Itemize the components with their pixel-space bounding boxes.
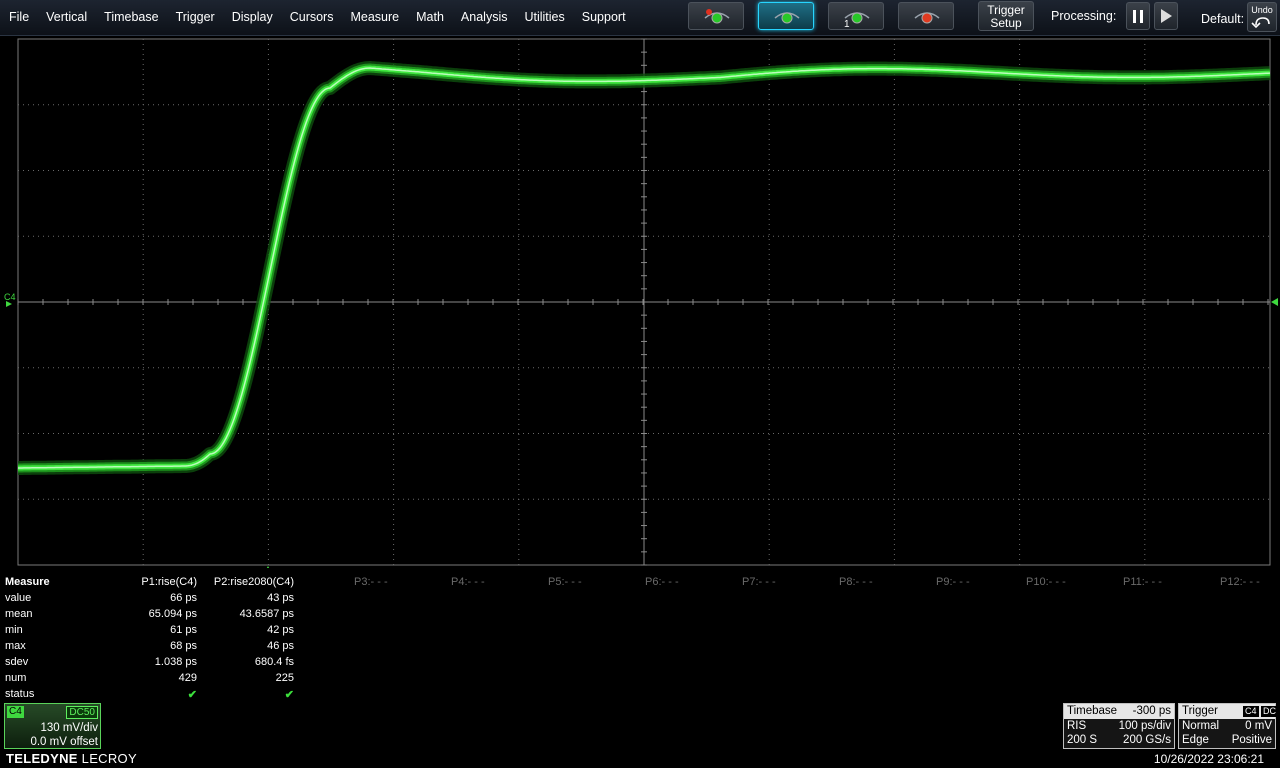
measure-header-p3: P3:- - - (354, 576, 388, 588)
measure-row-label-max: max (5, 640, 26, 652)
measure-p1-num: 429 (178, 672, 197, 684)
play-icon (1161, 9, 1172, 23)
measure-header-p11: P11:- - - (1123, 576, 1162, 588)
measure-table: Measure P1:rise(C4) P2:rise2080(C4) P3:- - … (0, 574, 1280, 704)
c4-marker-label: C4 (4, 292, 16, 302)
trigger-level-marker[interactable] (1271, 298, 1278, 306)
timebase-mode: RIS (1067, 720, 1087, 732)
measure-p1-sdev: 1.038 ps (154, 656, 197, 668)
date-time: 10/26/2022 23:06:21 (1153, 752, 1264, 766)
processing-label: Processing: (1051, 9, 1117, 23)
single-trigger-button[interactable]: 1 (828, 2, 884, 30)
trigger-setup-button[interactable]: Trigger Setup (978, 1, 1034, 31)
measure-p2-num: 225 (275, 672, 294, 684)
pause-button[interactable] (1126, 2, 1150, 30)
measure-p1-mean: 65.094 ps (148, 608, 197, 620)
trigger-source-badge: C4 (1243, 706, 1259, 717)
measure-p2-value: 43 ps (267, 592, 294, 604)
c4-marker[interactable]: C4 (4, 292, 16, 307)
timebase-rate: 200 GS/s (1123, 734, 1171, 746)
measure-header-p5: P5:- - - (548, 576, 582, 588)
trigger-setup-line2: Setup (990, 16, 1022, 30)
menu-bar: File Vertical Timebase Trigger Display Cursor… (0, 0, 1280, 36)
auto-trigger-button[interactable] (688, 2, 744, 30)
trigger-descriptor[interactable]: Trigger C4 DC Normal 0 mV Edge Positive (1178, 703, 1278, 749)
menu-math[interactable]: Math (407, 0, 452, 35)
measure-p1-min: 61 ps (170, 624, 197, 636)
measure-header-p6: P6:- - - (645, 576, 679, 588)
measure-header-p9: P9:- - - (936, 576, 970, 588)
measure-row-label-sdev: sdev (5, 656, 29, 668)
timebase-title: Timebase (1067, 705, 1118, 717)
menu-timebase[interactable]: Timebase (95, 0, 166, 35)
trigger-type: Edge (1182, 734, 1209, 746)
timebase-descriptor[interactable]: Timebase -300 ps RIS 100 ps/div 200 S 20… (1063, 703, 1175, 749)
trigger-mode: Normal (1182, 720, 1220, 732)
measure-header-p12: P12:- - - (1220, 576, 1260, 588)
c4-tag: C4 (7, 706, 24, 718)
undo-label: Undo (1251, 5, 1273, 15)
measure-title: Measure (5, 576, 50, 588)
menu-measure[interactable]: Measure (341, 0, 407, 35)
measure-p2-status: ✔ (284, 689, 294, 701)
trigger-stop-icon (914, 12, 940, 24)
brand-rest: LECROY (77, 751, 137, 766)
c4-offset: 0.0 mV offset (30, 736, 98, 748)
measure-p2-max: 46 ps (267, 640, 294, 652)
trigger-normal-icon (774, 12, 800, 24)
timebase-tdiv: 100 ps/div (1118, 720, 1171, 732)
trigger-title: Trigger (1182, 705, 1218, 717)
channel-descriptor-c4[interactable]: C4 DC50 130 mV/div 0.0 mV offset (4, 703, 101, 749)
normal-trigger-button[interactable] (758, 2, 814, 30)
measure-p1-max: 68 ps (170, 640, 197, 652)
measure-p1-value: 66 ps (170, 592, 197, 604)
menu-support[interactable]: Support (573, 0, 634, 35)
measure-p2-min: 42 ps (267, 624, 294, 636)
measure-p2-sdev: 680.4 fs (254, 656, 294, 668)
stop-trigger-button[interactable] (898, 2, 954, 30)
menu-file[interactable]: File (0, 0, 37, 35)
measure-row-label-mean: mean (5, 608, 33, 620)
menu-analysis[interactable]: Analysis (452, 0, 516, 35)
trigger-coupling-badge: DC (1261, 706, 1278, 717)
svg-text:1: 1 (844, 19, 850, 28)
menu-utilities[interactable]: Utilities (515, 0, 572, 35)
measure-p1-status: ✔ (187, 689, 197, 701)
timebase-samples: 200 S (1067, 734, 1098, 746)
trigger-level: 0 mV (1245, 720, 1272, 732)
measure-header-p7: P7:- - - (742, 576, 776, 588)
timebase-header: Timebase -300 ps (1064, 704, 1174, 719)
c4-volts-per-div: 130 mV/div (40, 722, 98, 734)
measure-header-p4: P4:- - - (451, 576, 485, 588)
pause-icon (1133, 10, 1143, 23)
undo-button[interactable]: Undo (1247, 2, 1277, 32)
measure-row-label-value: value (5, 592, 32, 604)
measure-row-label-num: num (5, 672, 27, 684)
brand-bold: TELEDYNE (6, 751, 78, 766)
menu-cursors[interactable]: Cursors (281, 0, 342, 35)
default-label: Default: (1201, 12, 1245, 26)
undo-icon (1251, 17, 1270, 29)
trigger-auto-icon (704, 9, 730, 24)
measure-header-p10: P10:- - - (1026, 576, 1066, 588)
measure-row-label-status: status (5, 688, 35, 700)
menu-vertical[interactable]: Vertical (37, 0, 95, 35)
trigger-single-icon: 1 (844, 12, 870, 28)
measure-row-label-min: min (5, 624, 23, 636)
waveform-grid[interactable]: C4 (0, 36, 1280, 568)
play-button[interactable] (1154, 2, 1178, 30)
measure-p2-mean: 43.6587 ps (239, 608, 294, 620)
measure-header-p8: P8:- - - (839, 576, 873, 588)
measure-header-p1: P1:rise(C4) (141, 576, 197, 588)
menu-trigger[interactable]: Trigger (167, 0, 223, 35)
measure-header-p2: P2:rise2080(C4) (213, 576, 294, 588)
trigger-slope: Positive (1231, 734, 1272, 746)
brand-logo: TELEDYNE LECROY (6, 751, 137, 766)
timebase-delay: -300 ps (1132, 705, 1171, 717)
menu-list: File Vertical Timebase Trigger Display Cursor… (0, 0, 634, 35)
trigger-position-marker[interactable] (264, 566, 272, 568)
c4-coupling-badge: DC50 (66, 706, 98, 719)
menu-display[interactable]: Display (223, 0, 281, 35)
